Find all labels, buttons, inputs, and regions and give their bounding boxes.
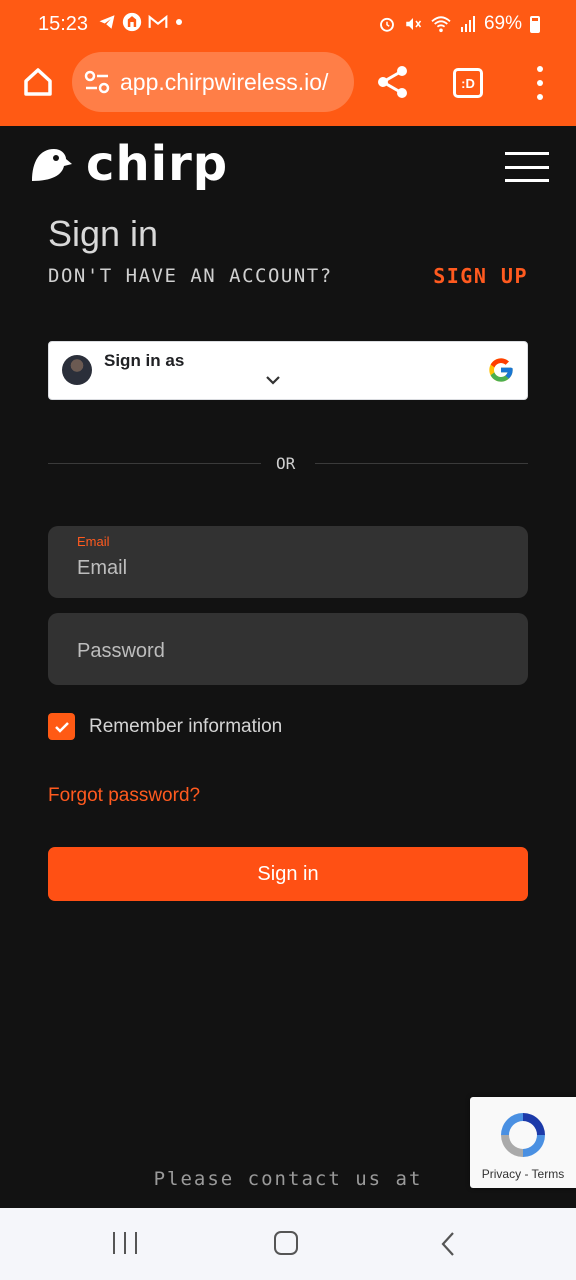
telegram-icon (99, 15, 115, 29)
signal-icon (460, 16, 475, 32)
site-settings-icon[interactable] (84, 70, 110, 94)
share-icon[interactable] (376, 65, 410, 99)
browser-toolbar: app.chirpwireless.io/ :D (0, 50, 576, 116)
notification-icons (98, 12, 184, 32)
recaptcha-icon (501, 1113, 545, 1157)
url-text: app.chirpwireless.io/ (120, 69, 329, 95)
recent-apps-icon[interactable] (113, 1232, 137, 1254)
recaptcha-links[interactable]: Privacy - Terms (470, 1167, 576, 1181)
site-header: chirp (0, 126, 576, 206)
checkmark-icon (54, 721, 69, 733)
avatar (62, 355, 92, 385)
status-time: 15:23 (38, 13, 89, 35)
browser-menu-icon[interactable] (528, 66, 552, 100)
sign-in-button[interactable]: Sign in (48, 847, 528, 901)
browser-chrome: 15:23 69% app.chirpwireless.io/:D (0, 0, 576, 126)
home-nav-icon[interactable] (274, 1231, 298, 1255)
email-placeholder: Email (77, 557, 128, 579)
email-label: Email (77, 534, 110, 549)
signup-link[interactable]: SIGN UP (433, 264, 528, 288)
system-nav-bar (0, 1208, 576, 1280)
google-signin-button[interactable]: Sign in as (48, 341, 528, 400)
gmail-icon (148, 14, 168, 28)
bird-logo-icon (32, 149, 72, 181)
page-title: Sign in (48, 213, 159, 254)
system-icons: 69% (378, 13, 540, 35)
tab-switcher-button[interactable]: :D (453, 68, 483, 98)
chirp-logo[interactable]: chirp (30, 140, 228, 188)
divider-right (315, 463, 528, 464)
battery-icon (530, 15, 540, 33)
back-icon[interactable] (438, 1230, 458, 1258)
no-account-text: DON'T HAVE AN ACCOUNT? (48, 265, 333, 287)
chevron-down-icon[interactable] (265, 374, 281, 386)
password-placeholder: Password (77, 640, 165, 662)
divider-left (48, 463, 261, 464)
wifi-icon (431, 16, 451, 33)
dot-icon (176, 19, 182, 25)
app-icon (122, 12, 142, 32)
hamburger-menu-icon[interactable] (505, 152, 549, 182)
google-icon (489, 358, 513, 382)
remember-label: Remember information (89, 715, 283, 737)
battery-percent: 69% (483, 13, 522, 34)
password-field[interactable]: Password (48, 613, 528, 685)
address-bar[interactable]: app.chirpwireless.io/ (72, 52, 354, 112)
status-bar: 15:23 69% (0, 0, 576, 50)
recaptcha-badge[interactable]: Privacy - Terms (470, 1097, 576, 1188)
forgot-password-link[interactable]: Forgot password? (48, 785, 200, 807)
or-separator: OR (276, 454, 296, 473)
remember-row: Remember information (48, 713, 282, 740)
home-icon[interactable] (18, 62, 58, 102)
email-field[interactable]: Email Email (48, 526, 528, 598)
remember-checkbox[interactable] (48, 713, 75, 740)
logo-text: chirp (86, 136, 229, 192)
google-signin-label: Sign in as (104, 351, 185, 370)
mute-icon (406, 18, 422, 30)
alarm-icon (380, 17, 394, 32)
